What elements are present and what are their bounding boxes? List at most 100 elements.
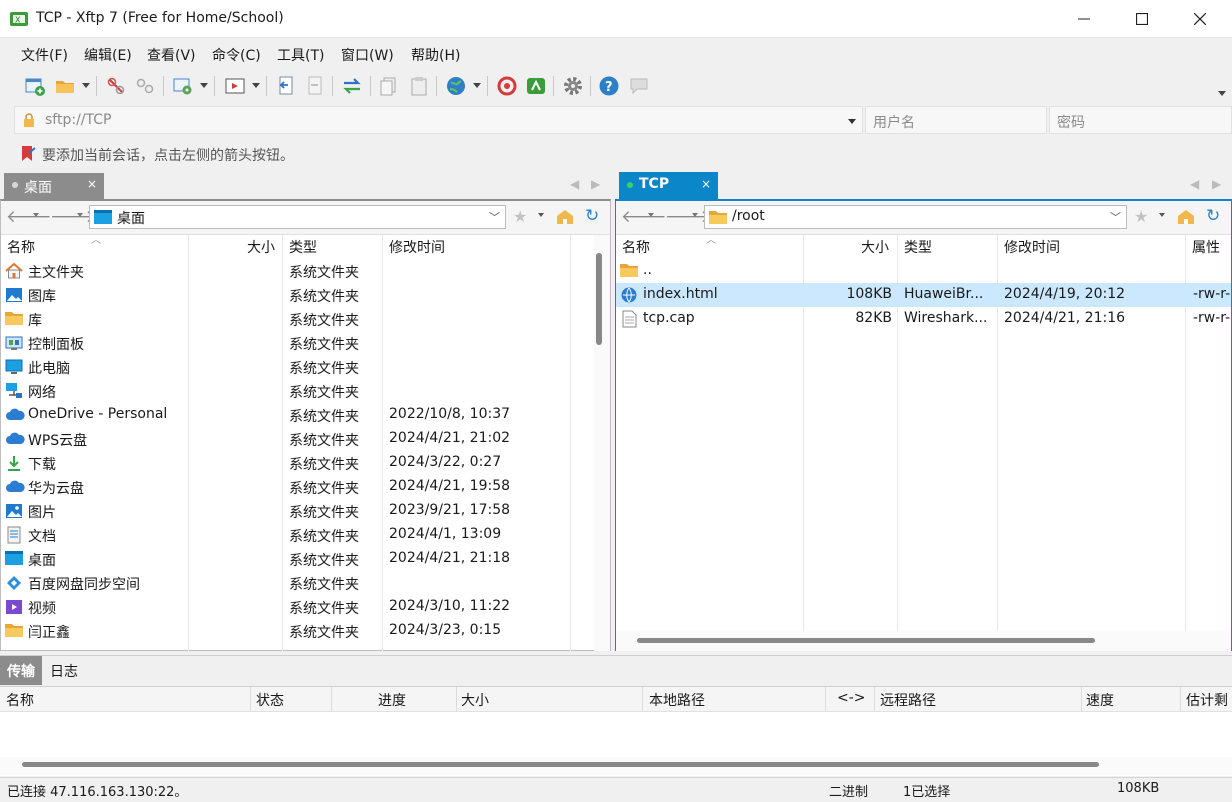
file-row[interactable]: 华为云盘 系统文件夹 2024/4/21, 19:58 <box>1 475 593 499</box>
col-name[interactable]: 名称 <box>7 237 35 257</box>
disconnect-icon[interactable] <box>134 75 156 97</box>
connect-icon[interactable] <box>105 75 127 97</box>
download-file-icon[interactable] <box>304 75 326 97</box>
forward-dropdown-icon[interactable] <box>77 213 83 217</box>
menu-tools[interactable]: 工具(T) <box>277 45 324 65</box>
close-button[interactable] <box>1171 0 1229 38</box>
back-dropdown-icon[interactable] <box>648 213 654 217</box>
tab-close-icon[interactable]: × <box>87 177 97 191</box>
address-text[interactable]: sftp://TCP <box>45 112 111 128</box>
home-folder-icon[interactable] <box>1177 208 1195 226</box>
file-row[interactable]: 百度网盘同步空间 系统文件夹 <box>1 571 593 595</box>
favorite-dropdown-icon[interactable] <box>538 213 544 217</box>
open-folder-icon[interactable] <box>54 75 76 97</box>
transfer-col[interactable]: 状态 <box>256 690 284 710</box>
col-size[interactable]: 大小 <box>861 237 889 257</box>
copy-icon[interactable] <box>378 75 400 97</box>
transfer-hscrollbar[interactable] <box>0 757 1232 775</box>
password-field[interactable]: 密码 <box>1049 106 1232 134</box>
address-dropdown-icon[interactable] <box>848 119 856 124</box>
local-scrollbar[interactable] <box>594 235 610 651</box>
favorite-star-icon[interactable]: ★ <box>1134 207 1148 226</box>
transfer-col[interactable]: 本地路径 <box>649 690 705 710</box>
tab-scroll-right-icon[interactable]: ▶ <box>591 177 600 191</box>
toolbar-overflow-icon[interactable] <box>1218 91 1226 96</box>
tab-log[interactable]: 日志 <box>50 661 78 681</box>
chat-icon[interactable] <box>628 75 650 97</box>
file-row[interactable]: OneDrive - Personal 系统文件夹 2022/10/8, 10:37 <box>1 403 593 427</box>
tab-transfer[interactable]: 传输 <box>0 656 42 685</box>
remote-hscrollbar[interactable] <box>616 631 1231 651</box>
tab-scroll-left-icon[interactable]: ◀ <box>570 177 579 191</box>
upload-icon[interactable] <box>275 75 297 97</box>
file-row[interactable]: 文档 系统文件夹 2024/4/1, 13:09 <box>1 523 593 547</box>
scrollbar-thumb[interactable] <box>637 638 1095 643</box>
file-row[interactable]: 图片 系统文件夹 2023/9/21, 17:58 <box>1 499 593 523</box>
file-row[interactable]: 控制面板 系统文件夹 <box>1 331 593 355</box>
favorite-dropdown-icon[interactable] <box>1159 213 1165 217</box>
xshell-icon[interactable] <box>496 75 518 97</box>
home-folder-icon[interactable] <box>556 208 574 226</box>
file-row[interactable]: 图库 系统文件夹 <box>1 283 593 307</box>
transfer-col[interactable]: <-> <box>837 690 866 706</box>
username-field[interactable]: 用户名 <box>865 106 1047 134</box>
col-attributes[interactable]: 属性 <box>1192 237 1220 257</box>
tab-scroll-left-icon[interactable]: ◀ <box>1190 177 1199 191</box>
file-row[interactable]: 闫正鑫 系统文件夹 2024/3/23, 0:15 <box>1 619 593 643</box>
globe-dropdown-icon[interactable] <box>473 83 481 88</box>
file-row[interactable]: 桌面 系统文件夹 2024/4/21, 21:18 <box>1 547 593 571</box>
menu-command[interactable]: 命令(C) <box>212 45 261 65</box>
file-row[interactable]: .. <box>616 259 1231 283</box>
col-modified[interactable]: 修改时间 <box>1004 237 1060 257</box>
globe-icon[interactable] <box>445 75 467 97</box>
local-path-box[interactable]: 桌面 ﹀ <box>89 205 506 229</box>
sync-transfer-icon[interactable] <box>341 75 363 97</box>
help-icon[interactable]: ? <box>598 75 620 97</box>
file-row[interactable]: 网络 系统文件夹 <box>1 379 593 403</box>
address-bar[interactable] <box>14 106 863 134</box>
terminal-icon[interactable] <box>224 75 246 97</box>
path-dropdown-icon[interactable]: ﹀ <box>489 209 500 225</box>
file-row[interactable]: 主文件夹 系统文件夹 <box>1 259 593 283</box>
scrollbar-thumb[interactable] <box>22 762 1099 767</box>
back-dropdown-icon[interactable] <box>33 213 39 217</box>
col-type[interactable]: 类型 <box>289 237 317 257</box>
file-row[interactable]: 此电脑 系统文件夹 <box>1 355 593 379</box>
refresh-icon[interactable]: ↻ <box>1206 206 1220 226</box>
back-arrow-icon[interactable]: 🡐 <box>6 207 52 227</box>
transfer-col[interactable]: 进度 <box>378 690 406 710</box>
tab-close-icon[interactable]: × <box>701 177 711 191</box>
menu-help[interactable]: 帮助(H) <box>411 45 460 65</box>
menu-window[interactable]: 窗口(W) <box>341 45 394 65</box>
properties-dropdown-icon[interactable] <box>200 83 208 88</box>
file-row[interactable]: tcp.cap 82KB Wireshark... 2024/4/21, 21:16 -… <box>616 307 1231 331</box>
menu-file[interactable]: 文件(F) <box>21 45 68 65</box>
file-row[interactable]: WPS云盘 系统文件夹 2024/4/21, 21:02 <box>1 427 593 451</box>
maximize-button[interactable] <box>1113 0 1171 38</box>
col-modified[interactable]: 修改时间 <box>389 237 445 257</box>
file-row[interactable]: 视频 系统文件夹 2024/3/10, 11:22 <box>1 595 593 619</box>
bookmark-arrow-icon[interactable] <box>21 145 37 162</box>
transfer-col[interactable]: 远程路径 <box>880 690 936 710</box>
forward-dropdown-icon[interactable] <box>692 213 698 217</box>
file-row[interactable]: 库 系统文件夹 <box>1 307 593 331</box>
col-name[interactable]: 名称 <box>622 237 650 257</box>
remote-path-box[interactable]: /root ﹀ <box>704 205 1127 229</box>
menu-edit[interactable]: 编辑(E) <box>84 45 132 65</box>
refresh-icon[interactable]: ↻ <box>585 206 599 226</box>
tab-tcp[interactable]: TCP × <box>619 172 718 199</box>
transfer-col[interactable]: 名称 <box>6 690 34 710</box>
open-dropdown-icon[interactable] <box>82 83 90 88</box>
back-arrow-icon[interactable]: 🡐 <box>621 207 667 227</box>
col-type[interactable]: 类型 <box>904 237 932 257</box>
minimize-button[interactable] <box>1055 0 1113 38</box>
transfer-col[interactable]: 大小 <box>461 690 489 710</box>
file-row[interactable]: index.html 108KB HuaweiBr... 2024/4/19, 20:… <box>616 283 1231 307</box>
paste-icon[interactable] <box>408 75 430 97</box>
scrollbar-thumb[interactable] <box>596 253 602 345</box>
terminal-dropdown-icon[interactable] <box>252 83 260 88</box>
menu-view[interactable]: 查看(V) <box>147 45 196 65</box>
xftp-icon[interactable] <box>525 75 547 97</box>
session-properties-icon[interactable] <box>172 75 194 97</box>
path-dropdown-icon[interactable]: ﹀ <box>1110 209 1121 225</box>
